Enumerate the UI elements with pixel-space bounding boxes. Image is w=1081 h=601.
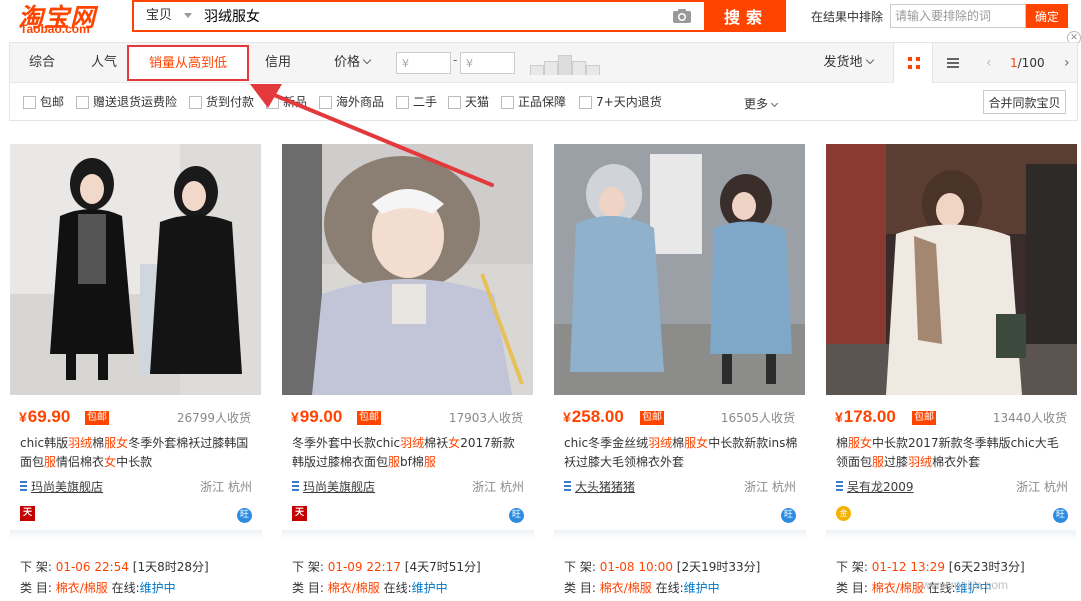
free-shipping-badge: 包邮 bbox=[640, 411, 664, 425]
shop-name[interactable]: 吴有龙2009 bbox=[836, 478, 914, 495]
watermark: www.maijia.com bbox=[922, 578, 1009, 592]
tab-sort-price-label: 价格 bbox=[333, 55, 360, 70]
shop-name[interactable]: 玛尚美旗舰店 bbox=[20, 478, 103, 495]
ship-from-dropdown[interactable]: 发货地 bbox=[816, 43, 880, 83]
product-card[interactable]: ¥69.90 包邮 26799人收货 chic韩版羽绒棉服女冬季外套棉袄过膝韩国… bbox=[10, 144, 262, 601]
camera-icon[interactable] bbox=[672, 8, 692, 24]
category-line: 类 目: 棉衣/棉服 在线:维护中 bbox=[20, 581, 176, 595]
product-image[interactable] bbox=[826, 144, 1077, 395]
tab-sort-popularity[interactable]: 人气 bbox=[78, 43, 130, 83]
tab-sort-price[interactable]: 价格 bbox=[316, 43, 388, 83]
product-title[interactable]: 冬季外套中长款chic羽绒棉袄女2017新款韩版过膝棉衣面包服bf棉服 bbox=[292, 434, 526, 472]
product-image[interactable] bbox=[10, 144, 261, 395]
free-shipping-badge: 包邮 bbox=[912, 411, 936, 425]
search-box: 宝贝 bbox=[132, 0, 706, 32]
location: 浙江 杭州 bbox=[200, 480, 252, 494]
grid-view-icon[interactable] bbox=[893, 43, 933, 83]
exclude-input[interactable] bbox=[890, 4, 1026, 28]
chevron-down-icon bbox=[865, 55, 874, 65]
location: 浙江 杭州 bbox=[744, 480, 796, 494]
wangwang-chat-icon[interactable]: 旺 bbox=[237, 508, 252, 523]
product-title[interactable]: chic韩版羽绒棉服女冬季外套棉袄过膝韩国面包服情侣棉衣女中长款 bbox=[20, 434, 254, 472]
top-header: 淘宝网 Taobao.com 宝贝 搜索 在结果中排除 确定 ✕ bbox=[0, 0, 1081, 45]
wangwang-chat-icon[interactable]: 旺 bbox=[1053, 508, 1068, 523]
merge-same-items-button[interactable]: 合并同款宝贝 bbox=[983, 90, 1066, 114]
exclude-label: 在结果中排除 bbox=[811, 10, 884, 24]
sort-bar: 综合 人气 销量从高到低 信用 价格 - 发货地 ‹ 1/100 › bbox=[10, 43, 1077, 83]
filter-free-shipping[interactable]: 包邮 bbox=[23, 95, 64, 111]
delist-line: 下 架: 01-06 22:54 [1天8时28分] bbox=[20, 560, 209, 574]
chevron-right-icon[interactable]: › bbox=[1064, 55, 1072, 71]
filter-cash-on-delivery[interactable]: 货到付款 bbox=[189, 95, 254, 111]
chevron-left-icon[interactable]: ‹ bbox=[986, 55, 994, 71]
pager-indicator: 1/100 bbox=[1010, 56, 1045, 70]
search-button[interactable]: 搜索 bbox=[706, 0, 786, 32]
category-line: 类 目: 棉衣/棉服 在线:维护中 bbox=[564, 581, 720, 595]
sales-count: 16505人收货 bbox=[720, 411, 795, 425]
wangwang-chat-icon[interactable]: 旺 bbox=[509, 508, 524, 523]
free-shipping-badge: 包邮 bbox=[357, 411, 381, 425]
shop-name[interactable]: 大头猪猪猪 bbox=[564, 478, 635, 495]
filter-tmall[interactable]: 天猫 bbox=[448, 95, 489, 111]
product-price: ¥69.90 bbox=[19, 407, 71, 426]
tmall-icon[interactable]: 天 bbox=[20, 506, 35, 521]
product-price: ¥258.00 bbox=[563, 407, 624, 426]
sales-count: 13440人收货 bbox=[992, 411, 1067, 425]
price-range-dash: - bbox=[453, 53, 458, 67]
product-card[interactable]: ¥258.00 包邮 16505人收货 chic冬季金丝绒羽绒棉服女中长款新款i… bbox=[554, 144, 806, 601]
chevron-down-icon bbox=[184, 13, 192, 18]
free-shipping-badge: 包邮 bbox=[85, 411, 109, 425]
price-max-input[interactable] bbox=[460, 52, 515, 74]
pager-current: 1 bbox=[1010, 56, 1018, 70]
filter-genuine[interactable]: 正品保障 bbox=[501, 95, 566, 111]
filter-new[interactable]: 新品 bbox=[266, 95, 307, 111]
product-price: ¥99.00 bbox=[291, 407, 343, 426]
price-min-input[interactable] bbox=[396, 52, 451, 74]
tab-sort-sales[interactable]: 销量从高到低 bbox=[127, 45, 249, 81]
taobao-logo[interactable]: 淘宝网 Taobao.com bbox=[18, 0, 108, 40]
filter-checkbox-row: 包邮 赠送退货运费险 货到付款 新品 海外商品 二手 天猫 正品保障 7+天内退… bbox=[10, 84, 1077, 120]
product-image[interactable] bbox=[282, 144, 533, 395]
product-title[interactable]: chic冬季金丝绒羽绒棉服女中长款新款ins棉袄过膝大毛领棉衣外套 bbox=[564, 434, 798, 472]
pager-total: /100 bbox=[1017, 56, 1045, 70]
location: 浙江 杭州 bbox=[1016, 480, 1068, 494]
list-view-icon[interactable] bbox=[933, 43, 973, 83]
filter-return-insurance[interactable]: 赠送退货运费险 bbox=[76, 95, 177, 111]
delist-line: 下 架: 01-09 22:17 [4天7时51分] bbox=[292, 560, 481, 574]
filter-7day-return[interactable]: 7+天内退货 bbox=[579, 95, 662, 111]
exclude-confirm-button[interactable]: 确定 bbox=[1026, 4, 1068, 28]
logo-text-en: Taobao.com bbox=[20, 22, 90, 36]
shop-name[interactable]: 玛尚美旗舰店 bbox=[292, 478, 375, 495]
location: 浙江 杭州 bbox=[472, 480, 524, 494]
delist-line: 下 架: 01-08 10:00 [2天19时33分] bbox=[564, 560, 761, 574]
filter-overseas[interactable]: 海外商品 bbox=[319, 95, 384, 111]
ship-from-label: 发货地 bbox=[823, 55, 863, 70]
delist-line: 下 架: 01-12 13:29 [6天23时3分] bbox=[836, 560, 1025, 574]
search-category-select[interactable]: 宝贝 bbox=[134, 2, 198, 30]
filter-panel: 综合 人气 销量从高到低 信用 价格 - 发货地 ‹ 1/100 › bbox=[9, 42, 1078, 121]
product-price: ¥178.00 bbox=[835, 407, 896, 426]
product-title[interactable]: 棉服女中长款2017新款冬季韩版chic大毛领面包服过膝羽绒棉衣外套 bbox=[836, 434, 1070, 472]
tab-sort-comprehensive[interactable]: 综合 bbox=[16, 43, 68, 83]
search-input[interactable] bbox=[204, 2, 668, 30]
sales-count: 26799人收货 bbox=[176, 411, 251, 425]
filter-second-hand[interactable]: 二手 bbox=[396, 95, 437, 111]
chevron-down-icon bbox=[362, 55, 372, 65]
product-card[interactable]: ¥178.00 包邮 13440人收货 棉服女中长款2017新款冬季韩版chic… bbox=[826, 144, 1078, 601]
gold-seller-icon[interactable]: 金 bbox=[836, 506, 851, 521]
product-card[interactable]: ¥99.00 包邮 17903人收货 冬季外套中长款chic羽绒棉袄女2017新… bbox=[282, 144, 534, 601]
chevron-down-icon bbox=[770, 99, 779, 108]
product-image[interactable] bbox=[554, 144, 805, 395]
more-filters-label: 更多 bbox=[744, 97, 769, 111]
more-filters-button[interactable]: 更多 bbox=[744, 95, 779, 112]
wangwang-chat-icon[interactable]: 旺 bbox=[781, 508, 796, 523]
price-distribution-chart[interactable] bbox=[530, 53, 606, 75]
tmall-icon[interactable]: 天 bbox=[292, 506, 307, 521]
search-category-label: 宝贝 bbox=[146, 8, 173, 23]
tab-sort-credit[interactable]: 信用 bbox=[252, 43, 304, 83]
category-line: 类 目: 棉衣/棉服 在线:维护中 bbox=[292, 581, 448, 595]
sales-count: 17903人收货 bbox=[448, 411, 523, 425]
